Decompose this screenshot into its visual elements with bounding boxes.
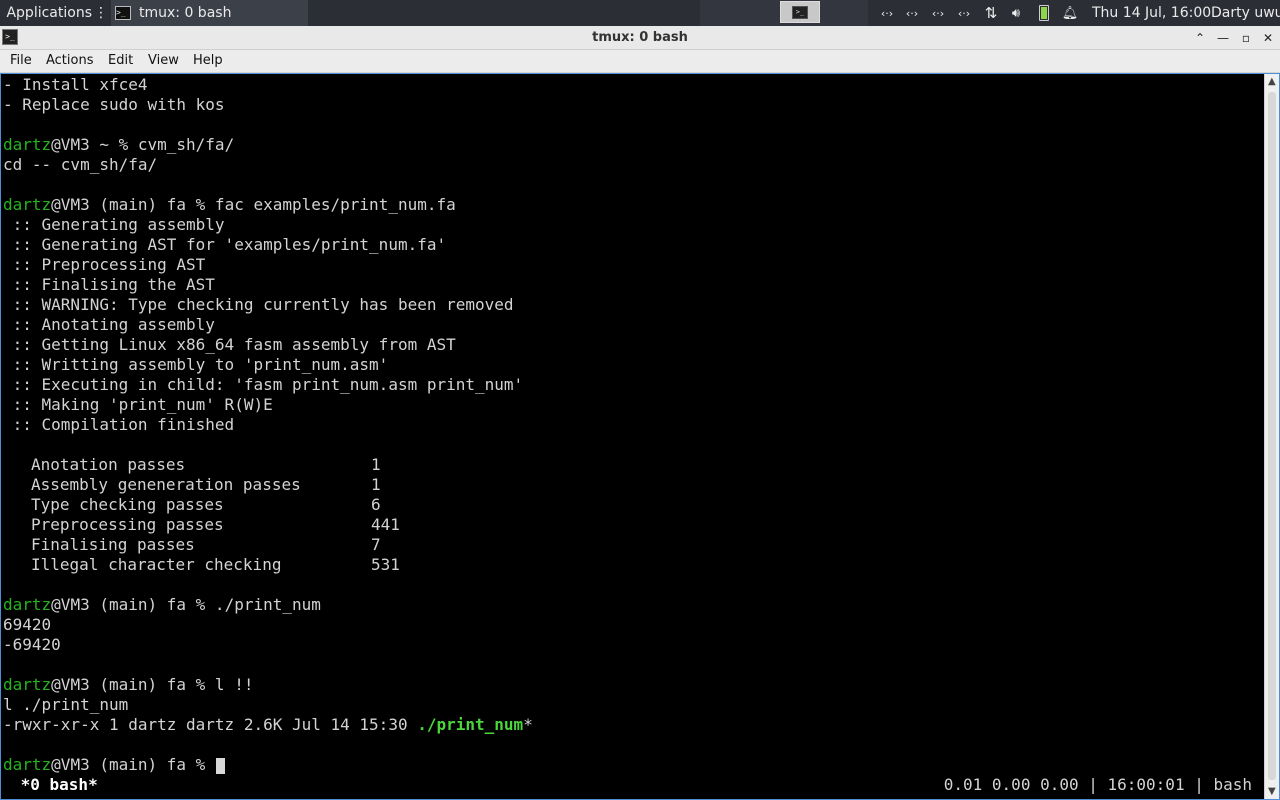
taskbar-item-tmux[interactable]: >_ tmux: 0 bash [111, 0, 308, 26]
terminal-line: cd -- cvm_sh/fa/ [3, 155, 158, 174]
terminal-line: :: Executing in child: 'fasm print_num.a… [3, 375, 524, 394]
terminal-line: :: Finalising the AST [3, 275, 215, 294]
tmux-status-right: 0.01 0.00 0.00 | 16:00:01 | bash [943, 775, 1252, 794]
notification-icon[interactable]: 🔔︎ [1059, 0, 1081, 26]
stat-label: Anotation passes [31, 455, 186, 474]
terminal-line: :: Preprocessing AST [3, 255, 206, 274]
prompt-line: dartz@VM3 (main) fa % l !! [3, 675, 254, 694]
prompt-user: dartz [3, 755, 52, 774]
taskbar-item-label: tmux: 0 bash [139, 5, 232, 21]
menu-edit[interactable]: Edit [108, 50, 133, 72]
stat-value: 1 [371, 475, 381, 494]
network-icon[interactable]: ‹·› [901, 0, 923, 26]
applications-menu[interactable]: Applications ⋮ [0, 0, 108, 26]
transfer-icon[interactable]: ⇅ [980, 0, 1002, 26]
terminal-line: l ./print_num [3, 695, 129, 714]
executable-name: ./print_num [417, 715, 524, 734]
workspace-1-button[interactable]: >_ [780, 1, 820, 23]
prompt-user: dartz [3, 595, 52, 614]
terminal-output[interactable]: - Install xfce4 - Replace sudo with kos … [1, 74, 1264, 798]
top-panel: Applications ⋮ >_ tmux: 0 bash >_ ‹·› ‹·… [0, 0, 1280, 26]
stats-row: Anotation passes 1 [1, 455, 601, 475]
terminal-line: :: Anotating assembly [3, 315, 215, 334]
user-menu[interactable]: Darty uwu [1211, 0, 1280, 26]
terminal-line: :: Making 'print_num' R(W)E [3, 395, 273, 414]
menubar: File Actions Edit View Help [0, 50, 1280, 73]
applications-label: Applications [6, 5, 92, 21]
stats-row: Assembly geneneration passes 1 [1, 475, 601, 495]
prompt-line: dartz@VM3 (main) fa % fac examples/print… [3, 195, 456, 214]
prompt-user: dartz [3, 675, 52, 694]
stat-label: Assembly geneneration passes [31, 475, 301, 494]
stat-label: Preprocessing passes [31, 515, 224, 534]
terminal-line: :: Generating assembly [3, 215, 225, 234]
scrollbar[interactable]: ▲ ▼ [1264, 74, 1280, 800]
menu-actions[interactable]: Actions [46, 50, 94, 72]
terminal-line: :: WARNING: Type checking currently has … [3, 295, 514, 314]
stat-label: Illegal character checking [31, 555, 282, 574]
stats-row: Finalising passes 7 [1, 535, 601, 555]
minimize-button[interactable]: — [1214, 29, 1232, 47]
stat-value: 6 [371, 495, 381, 514]
terminal-icon: >_ [115, 6, 131, 20]
clock[interactable]: Thu 14 Jul, 16:00 [1092, 0, 1211, 26]
maximize-button[interactable]: ⌃ [1191, 29, 1209, 47]
stats-row: Preprocessing passes 441 [1, 515, 601, 535]
tmux-window-list[interactable]: *0 bash* [11, 775, 98, 795]
menu-view[interactable]: View [148, 50, 179, 72]
volume-icon[interactable]: 🔊︎ [1005, 0, 1027, 26]
terminal-line: :: Generating AST for 'examples/print_nu… [3, 235, 447, 254]
stat-value: 7 [371, 535, 381, 554]
text-cursor [215, 757, 225, 774]
restore-button[interactable]: ▫ [1237, 29, 1255, 47]
prompt-line: dartz@VM3 (main) fa % ./print_num [3, 595, 321, 614]
menu-help[interactable]: Help [193, 50, 223, 72]
terminal-line: :: Compilation finished [3, 415, 235, 434]
current-prompt-line[interactable]: dartz@VM3 (main) fa % [3, 755, 225, 775]
close-button[interactable]: ✕ [1259, 29, 1277, 47]
terminal-line: :: Getting Linux x86_64 fasm assembly fr… [3, 335, 456, 354]
network-icon[interactable]: ‹·› [876, 0, 898, 26]
ls-output-line: -rwxr-xr-x 1 dartz dartz 2.6K Jul 14 15:… [3, 715, 533, 734]
workspace-switcher: >_ [700, 0, 868, 26]
terminal-icon: >_ [792, 5, 808, 19]
stat-value: 1 [371, 455, 381, 474]
menu-file[interactable]: File [10, 50, 32, 72]
terminal-line: 69420 [3, 615, 52, 634]
stat-label: Finalising passes [31, 535, 195, 554]
window-titlebar[interactable]: >_ tmux: 0 bash ⌃ — ▫ ✕ [0, 26, 1280, 50]
stat-value: 531 [371, 555, 400, 574]
terminal-line: -69420 [3, 635, 61, 654]
scroll-down-icon[interactable]: ▼ [1268, 786, 1276, 797]
network-icon[interactable]: ‹·› [927, 0, 949, 26]
stat-label: Type checking passes [31, 495, 224, 514]
applications-overflow-icon: ⋮ [94, 5, 108, 21]
stat-value: 441 [371, 515, 400, 534]
battery-icon[interactable] [1033, 0, 1055, 26]
terminal-line: :: Writting assembly to 'print_num.asm' [3, 355, 389, 374]
network-icon[interactable]: ‹·› [953, 0, 975, 26]
terminal-line: - Replace sudo with kos [3, 95, 225, 114]
terminal-line: - Install xfce4 [3, 75, 148, 94]
window-title: tmux: 0 bash [592, 30, 688, 45]
scrollbar-thumb[interactable] [1268, 92, 1276, 780]
prompt-user: dartz [3, 195, 52, 214]
stats-row: Type checking passes 6 [1, 495, 601, 515]
scroll-up-icon[interactable]: ▲ [1268, 76, 1276, 87]
stats-row: Illegal character checking 531 [1, 555, 601, 575]
prompt-line: dartz@VM3 ~ % cvm_sh/fa/ [3, 135, 235, 154]
prompt-user: dartz [3, 135, 52, 154]
